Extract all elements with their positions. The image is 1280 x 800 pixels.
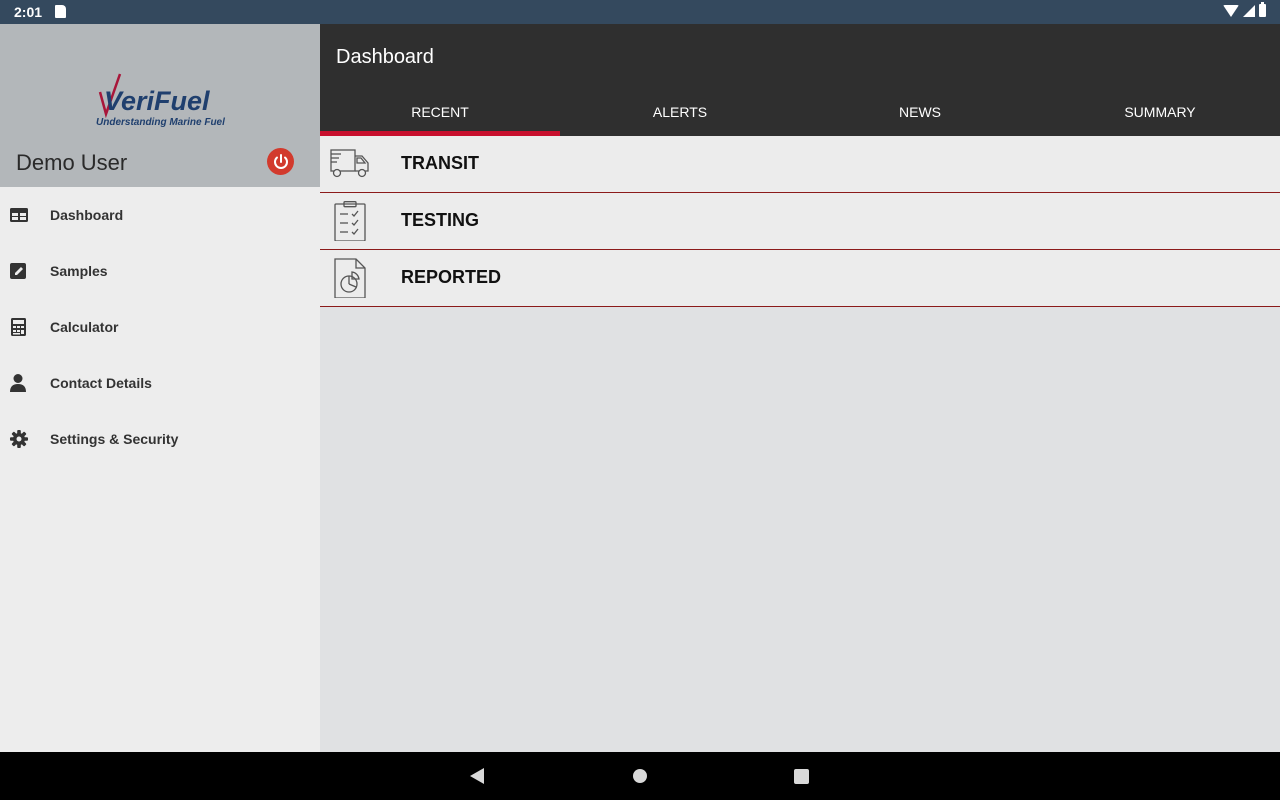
status-icons	[1223, 2, 1266, 17]
status-bar: 2:01	[0, 0, 1280, 24]
calculator-icon	[9, 317, 29, 337]
sidebar-item-label: Contact Details	[50, 375, 152, 391]
list-item-reported[interactable]: REPORTED	[320, 250, 1280, 307]
logo-tagline: Understanding Marine Fuel	[96, 117, 225, 128]
drawer-header: VeriFuel Understanding Marine Fuel Demo …	[0, 24, 320, 187]
sidebar-item-label: Dashboard	[50, 207, 124, 223]
sidebar-item-label: Settings & Security	[50, 431, 179, 447]
sidebar-item-label: Calculator	[50, 319, 119, 335]
page-title: Dashboard	[336, 46, 434, 68]
clipboard-check-icon	[328, 201, 372, 242]
logo-brand: VeriFuel	[104, 86, 210, 116]
table-icon	[9, 205, 29, 225]
signal-icon	[1243, 4, 1255, 17]
recent-apps-icon[interactable]	[794, 769, 809, 784]
sd-card-icon	[55, 5, 66, 18]
system-nav-bar	[0, 752, 1280, 800]
truck-icon	[328, 144, 372, 184]
verifuel-logo: VeriFuel Understanding Marine Fuel	[92, 70, 232, 130]
battery-icon	[1259, 2, 1266, 17]
home-icon[interactable]	[633, 769, 647, 783]
tab-recent[interactable]: RECENT	[320, 88, 560, 136]
power-icon[interactable]	[267, 148, 294, 175]
drawer-menu: Dashboard Samples Calculator Contact Det…	[0, 187, 320, 467]
sidebar-item-calculator[interactable]: Calculator	[0, 299, 320, 355]
gear-icon	[9, 429, 29, 449]
back-icon[interactable]	[470, 768, 484, 784]
tab-bar: RECENT ALERTS NEWS SUMMARY	[320, 88, 1280, 136]
dashboard-content: TRANSIT TESTING REPORTED	[320, 136, 1280, 752]
user-name: Demo User	[16, 150, 128, 175]
sidebar-item-settings-security[interactable]: Settings & Security	[0, 411, 320, 467]
list-item-testing[interactable]: TESTING	[320, 193, 1280, 250]
sidebar-item-dashboard[interactable]: Dashboard	[0, 187, 320, 243]
document-chart-icon	[328, 258, 372, 299]
wifi-icon	[1223, 4, 1239, 17]
person-icon	[9, 373, 29, 393]
list-item-label: TESTING	[401, 210, 480, 230]
list-item-label: TRANSIT	[401, 153, 479, 173]
sidebar-item-samples[interactable]: Samples	[0, 243, 320, 299]
navigation-drawer: VeriFuel Understanding Marine Fuel Demo …	[0, 24, 320, 752]
sidebar-item-contact-details[interactable]: Contact Details	[0, 355, 320, 411]
list-item-label: REPORTED	[401, 267, 502, 287]
app-bar: Dashboard RECENT ALERTS NEWS SUMMARY	[320, 24, 1280, 136]
sidebar-item-label: Samples	[50, 263, 108, 279]
list-item-transit[interactable]: TRANSIT	[320, 136, 1280, 193]
tab-news[interactable]: NEWS	[800, 88, 1040, 136]
edit-icon	[9, 261, 29, 281]
tab-summary[interactable]: SUMMARY	[1040, 88, 1280, 136]
tab-alerts[interactable]: ALERTS	[560, 88, 800, 136]
status-time: 2:01	[14, 4, 43, 20]
